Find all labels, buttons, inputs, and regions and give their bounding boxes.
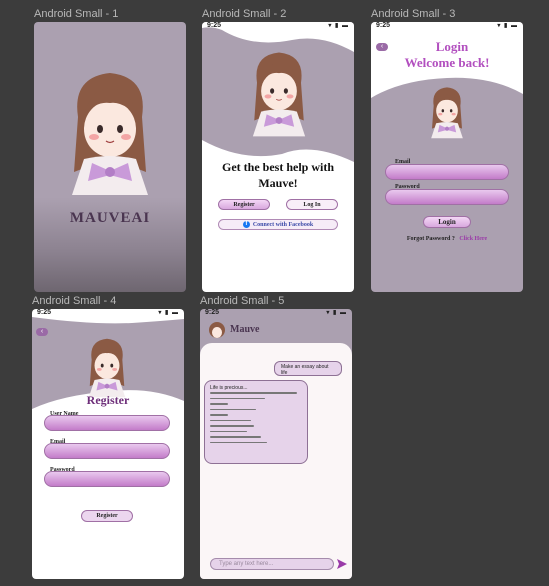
status-bar: 9:25 ▾ ▮ ▬: [371, 22, 523, 31]
email-field[interactable]: [44, 443, 170, 459]
status-icons: ▾ ▮ ▬: [328, 23, 349, 29]
frame-label-1: Android Small - 1: [34, 8, 119, 20]
brand-title: MAUVEAI: [69, 210, 151, 226]
message-input-placeholder: Type any text here...: [219, 561, 274, 567]
user-message-bubble: Make an essay about life: [274, 361, 342, 376]
text-line: [210, 408, 256, 410]
frame-login: 9:25 ▾ ▮ ▬ ‹ Login Welcome back! Email P…: [371, 22, 523, 292]
girl-illustration: [72, 73, 148, 195]
send-icon[interactable]: [336, 558, 348, 570]
status-time: 9:25: [376, 22, 391, 29]
status-bar: 9:25 ▾ ▮ ▬: [200, 309, 352, 318]
status-icons: ▾ ▮ ▬: [497, 23, 518, 29]
text-line: [210, 414, 229, 416]
frame-label-2: Android Small - 2: [202, 8, 287, 20]
girl-illustration: [431, 87, 463, 139]
status-time: 9:25: [205, 309, 220, 316]
text-line: [210, 425, 255, 427]
login-title: Login: [435, 39, 469, 54]
text-line: [210, 403, 229, 405]
login-button[interactable]: Log In: [286, 199, 338, 210]
username-field[interactable]: [44, 415, 170, 431]
text-line: [210, 419, 252, 421]
forgot-password-label: Forgot Password ?: [406, 236, 455, 242]
email-field[interactable]: [385, 164, 509, 180]
status-bar: 9:25 ▾ ▮ ▬: [202, 22, 354, 31]
text-line: [210, 397, 266, 399]
register-button[interactable]: Register: [218, 199, 270, 210]
message-input[interactable]: Type any text here...: [210, 558, 334, 570]
frame-splash: MAUVEAI: [34, 22, 186, 292]
welcome-back-text: Welcome back!: [404, 55, 490, 70]
status-time: 9:25: [37, 309, 52, 316]
girl-illustration: [252, 52, 306, 137]
bot-message-bubble: Life is precious...: [204, 380, 308, 464]
user-message-text: Make an essay about life: [281, 364, 329, 376]
facebook-label: Connect with Facebook: [252, 221, 314, 228]
bot-message-text: Life is precious...: [210, 385, 248, 391]
forgot-password-text: Forgot Password ? Click Here: [371, 236, 523, 242]
status-icons: ▾ ▮ ▬: [158, 310, 179, 316]
back-arrow-icon[interactable]: ‹: [36, 328, 48, 336]
password-field[interactable]: [44, 471, 170, 487]
welcome-headline: Get the best help with Mauve!: [222, 160, 334, 190]
facebook-connect-button[interactable]: f Connect with Facebook: [218, 219, 338, 230]
text-line: [210, 441, 268, 443]
status-icons: ▾ ▮ ▬: [326, 310, 347, 316]
register-title: Register: [86, 393, 130, 407]
facebook-icon: f: [242, 221, 250, 228]
chat-body: Make an essay about life Life is preciou…: [200, 343, 352, 579]
frame-welcome: 9:25 ▾ ▮ ▬ Get the best help with Mauve!…: [202, 22, 354, 292]
status-time: 9:25: [207, 22, 222, 29]
chat-avatar: [209, 322, 225, 338]
click-here-link[interactable]: Click Here: [459, 236, 487, 242]
chat-header-title: Mauve: [230, 324, 260, 335]
frame-register: 9:25 ▾ ▮ ▬ ‹ Register User Name Email Pa…: [32, 309, 184, 579]
text-line: [210, 430, 247, 432]
password-field[interactable]: [385, 189, 509, 205]
text-line: [210, 436, 261, 438]
frame-label-4: Android Small - 4: [32, 295, 117, 307]
frame-chat: 9:25 ▾ ▮ ▬ Mauve Make an essay about lif…: [200, 309, 352, 579]
status-bar: 9:25 ▾ ▮ ▬: [32, 309, 184, 318]
frame-label-3: Android Small - 3: [371, 8, 456, 20]
login-submit-button[interactable]: Login: [423, 216, 471, 228]
register-submit-button[interactable]: Register: [81, 510, 133, 522]
girl-illustration: [88, 338, 126, 398]
text-line: [210, 392, 298, 394]
frame-label-5: Android Small - 5: [200, 295, 285, 307]
